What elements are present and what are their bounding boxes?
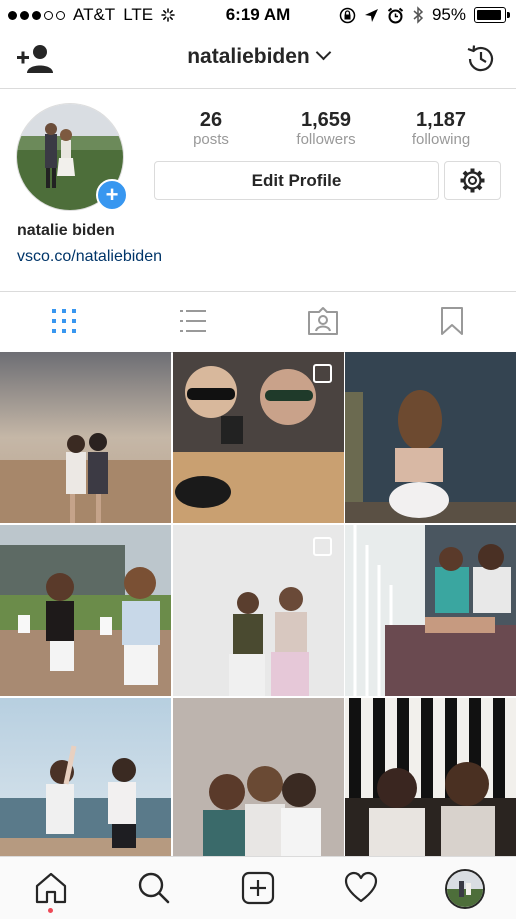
greenhouse-photo xyxy=(0,525,171,696)
bottom-tab-bar xyxy=(0,856,516,919)
username-dropdown[interactable]: nataliebiden xyxy=(0,44,516,69)
options-button[interactable] xyxy=(444,161,501,200)
heart-icon xyxy=(344,871,378,903)
profile-tab[interactable] xyxy=(445,869,485,909)
bluetooth-icon xyxy=(413,6,424,24)
profile-view-tabs xyxy=(0,291,516,353)
tab-list[interactable] xyxy=(178,306,208,336)
tagged-icon xyxy=(308,307,338,335)
posts-count: 26 xyxy=(199,109,223,131)
header-username: nataliebiden xyxy=(187,45,310,68)
followers-stat[interactable]: 1,659 followers xyxy=(276,109,376,149)
profile-section: + 26 posts 1,659 followers 1,187 followi… xyxy=(0,89,516,291)
following-label: following xyxy=(411,131,471,148)
beach-sunset-photo xyxy=(0,352,171,523)
home-icon xyxy=(35,872,67,904)
status-right: 95% xyxy=(339,5,510,25)
post-thumbnail[interactable] xyxy=(173,352,344,523)
multiple-photos-icon xyxy=(313,364,332,383)
chevron-down-icon xyxy=(315,44,332,61)
following-stat[interactable]: 1,187 following xyxy=(391,109,491,149)
battery-icon xyxy=(474,7,510,23)
alarm-icon xyxy=(387,7,404,23)
add-post-icon xyxy=(241,871,275,905)
home-tab[interactable] xyxy=(34,871,68,905)
search-icon xyxy=(138,872,170,904)
post-thumbnail[interactable] xyxy=(0,698,171,869)
list-icon xyxy=(180,310,206,332)
edit-profile-button[interactable]: Edit Profile xyxy=(154,161,439,200)
followers-label: followers xyxy=(296,131,356,148)
status-bar: AT&T LTE 6:19 AM 95% xyxy=(0,0,516,30)
post-thumbnail[interactable] xyxy=(0,352,171,523)
search-tab[interactable] xyxy=(137,871,171,905)
tab-tagged[interactable] xyxy=(307,306,338,336)
activity-tab[interactable] xyxy=(344,871,378,905)
post-thumbnail[interactable] xyxy=(345,525,516,696)
multiple-photos-icon xyxy=(313,537,332,556)
tab-grid[interactable] xyxy=(49,306,79,336)
add-story-button[interactable]: + xyxy=(96,179,128,211)
saved-icon xyxy=(441,307,463,335)
post-thumbnail[interactable] xyxy=(345,352,516,523)
notification-dot xyxy=(48,908,53,913)
grid-icon xyxy=(52,309,76,333)
profile-avatar-icon xyxy=(447,871,483,907)
followers-count: 1,659 xyxy=(300,109,352,131)
profile-header: nataliebiden xyxy=(0,30,516,89)
post-thumbnail[interactable] xyxy=(173,525,344,696)
location-icon xyxy=(364,8,378,22)
group-selfie-photo xyxy=(173,698,344,869)
post-thumbnail[interactable] xyxy=(173,698,344,869)
new-post-tab[interactable] xyxy=(241,871,275,905)
posts-label: posts xyxy=(193,131,229,148)
archive-button[interactable] xyxy=(464,42,498,76)
tab-saved[interactable] xyxy=(437,306,467,336)
post-thumbnail[interactable] xyxy=(0,525,171,696)
post-grid xyxy=(0,352,516,869)
history-clock-icon xyxy=(467,45,494,72)
post-thumbnail[interactable] xyxy=(345,698,516,869)
profile-website-link[interactable]: vsco.co/nataliebiden xyxy=(17,248,162,266)
beach-dance-photo xyxy=(0,698,171,869)
dock-water-photo xyxy=(345,352,516,523)
posts-stat: 26 posts xyxy=(161,109,261,149)
striped-wall-photo xyxy=(345,698,516,869)
rotation-lock-icon xyxy=(339,7,356,23)
battery-percent: 95% xyxy=(431,5,466,24)
following-count: 1,187 xyxy=(415,109,467,131)
profile-full-name: natalie biden xyxy=(17,222,115,239)
porch-stairs-photo xyxy=(345,525,516,696)
gear-icon xyxy=(460,168,485,193)
